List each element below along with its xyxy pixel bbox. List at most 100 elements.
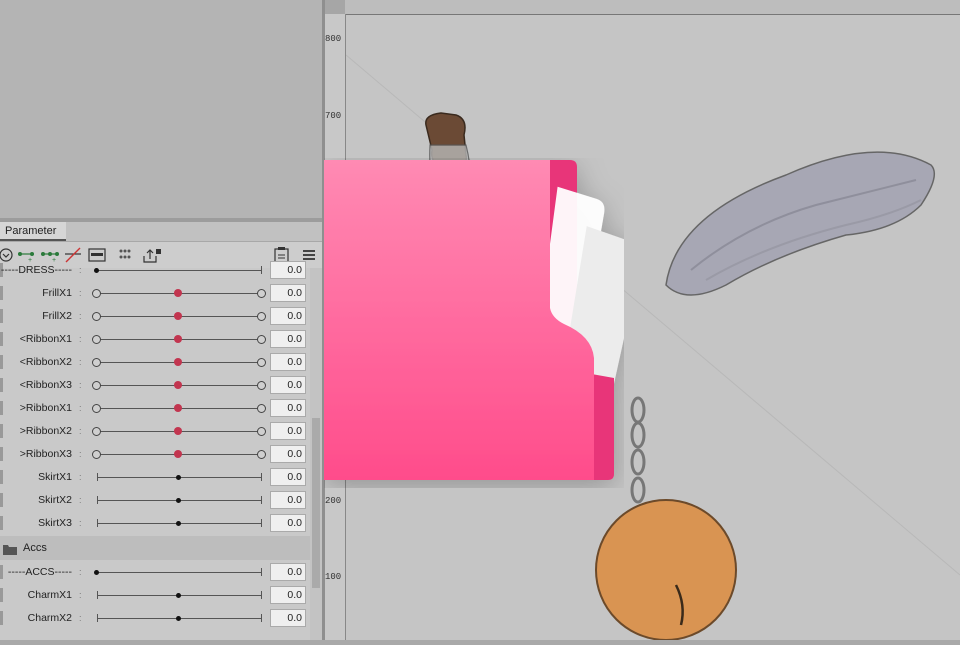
slider-handle[interactable]	[174, 335, 182, 343]
slider-max-tick	[261, 266, 262, 274]
ruler-mark: 100	[325, 572, 342, 582]
parameter-label: FrillX1	[42, 287, 72, 299]
separator: :	[79, 288, 82, 298]
slider-max-tick	[261, 496, 262, 504]
keyform-max[interactable]	[257, 450, 266, 459]
parameter-value-field[interactable]: 0.0	[270, 609, 306, 627]
folder-icon	[324, 158, 643, 488]
parameter-row[interactable]: SkirtX3: 0.0	[0, 512, 310, 535]
tab-parameter[interactable]: Parameter	[0, 222, 66, 241]
ruler-mark: 800	[325, 34, 342, 44]
separator: :	[79, 403, 82, 413]
parameter-panel: Parameter + + -----DRESS-----:0.0 FrillX…	[0, 222, 322, 640]
slider-handle[interactable]	[174, 427, 182, 435]
separator: :	[79, 265, 82, 275]
parameter-row[interactable]: -----DRESS-----: 0.0	[0, 259, 310, 282]
keyform-min[interactable]	[92, 381, 101, 390]
separator: :	[79, 334, 82, 344]
parameter-label: >RibbonX2	[19, 425, 72, 437]
slider-min-tick	[97, 496, 98, 504]
parameter-value-field[interactable]: 0.0	[270, 586, 306, 604]
parameter-value-field[interactable]: 0.0	[270, 514, 306, 532]
parameter-label: SkirtX3	[38, 517, 72, 529]
wing-illustration	[665, 151, 936, 296]
keyform-min[interactable]	[92, 404, 101, 413]
keyform-min[interactable]	[92, 312, 101, 321]
slider-max-tick	[261, 519, 262, 527]
parameter-row[interactable]: -----ACCS-----: 0.0	[0, 561, 310, 584]
slider-handle[interactable]	[174, 289, 182, 297]
parameter-row[interactable]: FrillX2: 0.0	[0, 305, 310, 328]
parameter-label: -----DRESS-----	[0, 264, 72, 276]
parameter-value-field[interactable]: 0.0	[270, 330, 306, 348]
scrollbar[interactable]	[310, 268, 322, 640]
parameter-value-field[interactable]: 0.0	[270, 468, 306, 486]
slider-handle[interactable]	[94, 570, 99, 575]
tab-bar: Parameter	[0, 222, 322, 242]
slider-handle[interactable]	[174, 381, 182, 389]
parameter-row[interactable]: <RibbonX1: 0.0	[0, 328, 310, 351]
slider-handle[interactable]	[174, 358, 182, 366]
parameter-row[interactable]: CharmX2: 0.0	[0, 607, 310, 630]
slider-handle[interactable]	[176, 521, 181, 526]
separator: :	[79, 613, 82, 623]
keyform-min[interactable]	[92, 289, 101, 298]
slider-handle[interactable]	[176, 616, 181, 621]
parameter-value-field[interactable]: 0.0	[270, 376, 306, 394]
slider-min-tick	[97, 473, 98, 481]
parameter-row[interactable]: SkirtX1: 0.0	[0, 466, 310, 489]
parameter-row[interactable]: FrillX1: 0.0	[0, 282, 310, 305]
parameter-row[interactable]: <RibbonX2: 0.0	[0, 351, 310, 374]
parameter-row[interactable]: >RibbonX2: 0.0	[0, 420, 310, 443]
slider-handle[interactable]	[174, 450, 182, 458]
parameter-label: FrillX2	[42, 310, 72, 322]
keyform-min[interactable]	[92, 335, 101, 344]
parameter-value-field[interactable]: 0.0	[270, 399, 306, 417]
separator: :	[79, 472, 82, 482]
left-upper-panel	[0, 0, 322, 218]
parameter-row[interactable]: >RibbonX3: 0.0	[0, 443, 310, 466]
keyform-max[interactable]	[257, 312, 266, 321]
parameter-slider-track[interactable]	[97, 270, 261, 271]
keyform-max[interactable]	[257, 404, 266, 413]
parameter-value-field[interactable]: 0.0	[270, 353, 306, 371]
slider-handle[interactable]	[176, 593, 181, 598]
ruler-top	[345, 0, 960, 15]
scrollbar-thumb[interactable]	[312, 418, 320, 588]
slider-handle[interactable]	[174, 404, 182, 412]
slider-handle[interactable]	[94, 268, 99, 273]
group-accs[interactable]: Accs	[0, 536, 310, 560]
separator: :	[79, 495, 82, 505]
slider-handle[interactable]	[176, 498, 181, 503]
keyform-max[interactable]	[257, 427, 266, 436]
parameter-value-field[interactable]: 0.0	[270, 445, 306, 463]
parameter-row[interactable]: CharmX1: 0.0	[0, 584, 310, 607]
keyform-max[interactable]	[257, 335, 266, 344]
slider-handle[interactable]	[176, 475, 181, 480]
parameter-slider-track[interactable]	[97, 572, 261, 573]
parameter-value-field[interactable]: 0.0	[270, 491, 306, 509]
parameter-value-field[interactable]: 0.0	[270, 284, 306, 302]
slider-handle[interactable]	[174, 312, 182, 320]
slider-max-tick	[261, 591, 262, 599]
parameter-row[interactable]: <RibbonX3: 0.0	[0, 374, 310, 397]
keyform-min[interactable]	[92, 450, 101, 459]
parameter-value-field[interactable]: 0.0	[270, 307, 306, 325]
parameter-label: SkirtX1	[38, 471, 72, 483]
separator: :	[79, 357, 82, 367]
parameter-value-field[interactable]: 0.0	[270, 261, 306, 279]
keyform-max[interactable]	[257, 289, 266, 298]
parameter-value-field[interactable]: 0.0	[270, 563, 306, 581]
slider-min-tick	[97, 614, 98, 622]
separator: :	[79, 590, 82, 600]
keyform-max[interactable]	[257, 381, 266, 390]
separator: :	[79, 426, 82, 436]
parameter-label: <RibbonX1	[19, 333, 72, 345]
separator: :	[79, 567, 82, 577]
parameter-value-field[interactable]: 0.0	[270, 422, 306, 440]
parameter-row[interactable]: SkirtX2: 0.0	[0, 489, 310, 512]
parameter-row[interactable]: >RibbonX1: 0.0	[0, 397, 310, 420]
keyform-max[interactable]	[257, 358, 266, 367]
keyform-min[interactable]	[92, 427, 101, 436]
keyform-min[interactable]	[92, 358, 101, 367]
